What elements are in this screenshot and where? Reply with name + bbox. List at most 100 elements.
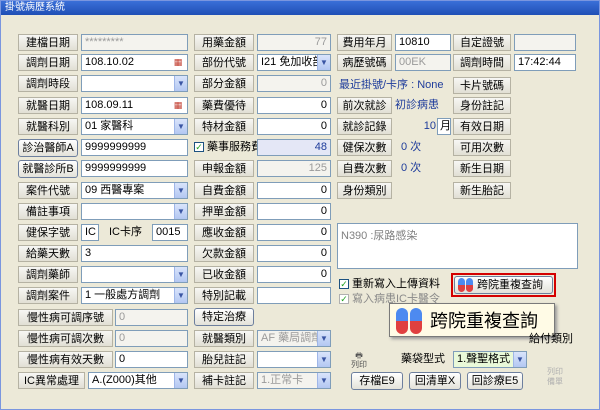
diagnosis-textarea[interactable]: N390 :尿路感染	[337, 223, 578, 269]
chronic-days-field[interactable]: 0	[115, 351, 188, 368]
record-no-label: 病歷號碼	[337, 54, 392, 71]
special-amount-label: 特材金額	[194, 118, 254, 135]
dispense-time-label: 調劑時間	[453, 54, 511, 71]
pill-icon	[458, 278, 473, 292]
build-date-field[interactable]: *********	[81, 34, 188, 51]
bag-label: 藥袋型式	[401, 353, 445, 365]
id-category-label: 身份類別	[337, 182, 392, 199]
ic-abnormal-select[interactable]: A.(Z000)其他	[88, 372, 188, 389]
visit-record-unit[interactable]: 月	[437, 118, 451, 135]
received-field[interactable]: 0	[257, 224, 331, 241]
days-field[interactable]: 3	[81, 245, 188, 262]
cross-query-label: 跨院重複查詢	[477, 279, 543, 291]
fee-total-field[interactable]: 77	[257, 34, 331, 51]
part-amount-field[interactable]: 0	[257, 75, 331, 92]
ic-abnormal-label: IC異常處理	[18, 372, 85, 389]
special-record-field[interactable]	[257, 287, 331, 304]
pill-icon	[396, 308, 422, 334]
special-treatment-button[interactable]: 特定治療	[194, 308, 254, 326]
drug-discount-field[interactable]: 0	[257, 97, 331, 114]
chevron-down-icon[interactable]: ▼	[174, 204, 187, 219]
received-label: 應收金額	[194, 224, 254, 241]
calendar-icon[interactable]: ▦	[172, 99, 184, 111]
fee-month-label: 費用年月	[337, 34, 392, 51]
card-no-label: 卡片號碼	[453, 77, 511, 94]
dispense-case-label: 調劑案件	[18, 287, 78, 304]
check-icon[interactable]: ✓	[339, 294, 349, 305]
chevron-down-icon[interactable]: ▼	[174, 288, 187, 303]
chevron-down-icon[interactable]: ▼	[174, 76, 187, 91]
self-count-label: 自費次數	[337, 160, 392, 177]
drug-discount-label: 藥費優待	[194, 97, 254, 114]
chevron-down-icon[interactable]: ▼	[513, 352, 526, 367]
service-fee-field[interactable]: 48	[257, 139, 331, 156]
doctor-field[interactable]: 9999999999	[81, 139, 188, 156]
chronic-times-field[interactable]: 0	[115, 330, 188, 347]
chronic-no-field[interactable]: 0	[115, 309, 188, 326]
special-record-label: 特別記載	[194, 287, 254, 304]
pharmacist-select[interactable]	[81, 266, 188, 283]
fee-total-label: 用藥金額	[194, 34, 254, 51]
print-label: 列印	[351, 360, 367, 369]
dept-select[interactable]: 01 家醫科	[81, 118, 188, 135]
chevron-down-icon[interactable]: ▼	[317, 55, 330, 70]
ins-count-value: 0 次	[401, 141, 422, 153]
pay-label: 給付類別	[529, 333, 573, 345]
collected-label: 已收金額	[194, 266, 254, 283]
return-clinic-button[interactable]: 回診療E5	[467, 372, 523, 390]
chevron-down-icon[interactable]: ▼	[317, 352, 330, 367]
card-seq-field[interactable]: 0015	[152, 224, 188, 241]
self-amount-label: 自費金額	[194, 182, 254, 199]
prev-visit-value: 初診病患	[395, 99, 439, 111]
clinic-button[interactable]: 就醫診所B	[18, 160, 78, 178]
logo-watermark: 列印 備單	[547, 367, 563, 386]
check-icon[interactable]: ✓	[339, 279, 349, 290]
case-type-select[interactable]: 09 西醫專案	[81, 182, 188, 199]
visit-date-label: 就醫日期	[18, 97, 78, 114]
chevron-down-icon[interactable]: ▼	[174, 119, 187, 134]
id-note-label: 身份註記	[453, 97, 511, 114]
reupload-label: 重新寫入上傳資料	[352, 278, 440, 290]
declare-amount-field[interactable]: 125	[257, 160, 331, 177]
deposit-field[interactable]: 0	[257, 203, 331, 220]
medical-type-label: 就醫類別	[194, 330, 254, 347]
chevron-down-icon[interactable]: ▼	[174, 183, 187, 198]
owed-field[interactable]: 0	[257, 245, 331, 262]
usable-count-label: 可用次數	[453, 139, 511, 156]
fee-month-field[interactable]: 10810	[395, 34, 451, 51]
service-fee-checkbox[interactable]: ✓ 藥事服務費	[194, 139, 262, 156]
doctor-button[interactable]: 診治醫師A	[18, 139, 78, 157]
service-fee-label: 藥事服務費	[207, 141, 262, 153]
dispense-case-select[interactable]: 1 一般處方調劑	[81, 287, 188, 304]
chevron-down-icon[interactable]: ▼	[317, 373, 330, 388]
clinic-field[interactable]: 9999999999	[81, 160, 188, 177]
dispense-period-select[interactable]	[81, 75, 188, 92]
check-icon[interactable]: ✓	[194, 142, 204, 153]
birth-note-label: 胎兒註記	[194, 351, 254, 368]
prev-visit-label: 前次就診	[337, 97, 392, 114]
newborn-note-label: 新生胎記	[453, 182, 511, 199]
chevron-down-icon[interactable]: ▼	[174, 373, 187, 388]
chevron-down-icon[interactable]: ▼	[317, 331, 330, 346]
calendar-icon[interactable]: ▦	[172, 56, 184, 68]
title-bar: 掛號病歷系統	[1, 1, 599, 15]
record-no-field[interactable]: 00EK	[395, 54, 451, 71]
newborn-date-label: 新生日期	[453, 160, 511, 177]
part-amount-label: 部分金額	[194, 75, 254, 92]
chevron-down-icon[interactable]: ▼	[174, 267, 187, 282]
insurance-field[interactable]: IC	[81, 224, 99, 241]
collected-field[interactable]: 0	[257, 266, 331, 283]
save-button[interactable]: 存檔E9	[351, 372, 403, 390]
special-amount-field[interactable]: 0	[257, 118, 331, 135]
printer-icon[interactable]: 🖶 列印	[344, 351, 374, 369]
build-date-label: 建檔日期	[18, 34, 78, 51]
self-cert-field[interactable]	[514, 34, 576, 51]
card-seq-label: IC卡序	[109, 226, 142, 238]
valid-date-label: 有效日期	[453, 118, 511, 135]
remark-select[interactable]	[81, 203, 188, 220]
dispense-time-field[interactable]: 17:42:44	[514, 54, 576, 71]
insurance-label: 健保字號	[18, 224, 78, 241]
self-amount-field[interactable]: 0	[257, 182, 331, 199]
back-list-button[interactable]: 回清單X	[409, 372, 461, 390]
visit-record-value: 10	[423, 120, 436, 132]
